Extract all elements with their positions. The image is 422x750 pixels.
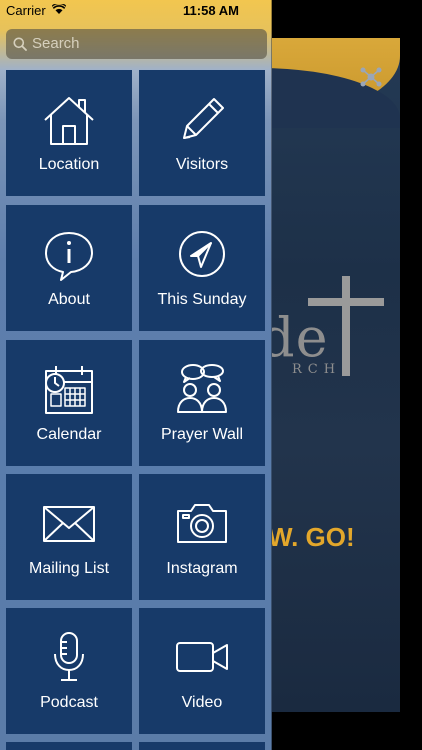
menu-tile-this-sunday[interactable]: This Sunday	[139, 205, 265, 331]
menu-tile-about[interactable]: About	[6, 205, 132, 331]
menu-tile-label: Podcast	[40, 694, 98, 711]
menu-tile-label: Calendar	[36, 426, 102, 443]
pencil-icon	[183, 98, 224, 139]
cross-logo-horizontal	[308, 298, 384, 306]
menu-tile-label: Location	[38, 156, 100, 173]
menu-tile-mailing-list[interactable]: Mailing List	[6, 474, 132, 600]
menu-tile-label: Instagram	[166, 560, 238, 577]
envelope-icon	[43, 506, 95, 542]
people-chat-icon	[177, 364, 227, 413]
tagline: W. GO!	[268, 522, 355, 552]
video-camera-icon	[176, 642, 228, 672]
menu-tile-calendar[interactable]: Calendar	[6, 340, 132, 466]
status-bar: Carrier 11:58 AM	[0, 0, 422, 22]
calendar-icon	[45, 366, 93, 414]
camera-icon	[177, 504, 227, 543]
search-bar[interactable]	[6, 29, 267, 59]
compass-icon	[179, 231, 225, 277]
share-network-icon[interactable]	[358, 64, 384, 90]
side-menu-drawer: Location Visitors About	[0, 0, 272, 750]
menu-tile-label: About	[48, 291, 90, 308]
house-icon	[44, 97, 94, 145]
menu-tile-label: Prayer Wall	[160, 426, 244, 443]
search-icon	[13, 37, 27, 51]
church-logo-subtext: RCH	[292, 362, 342, 377]
menu-tile-visitors[interactable]: Visitors	[139, 70, 265, 196]
cross-logo-vertical	[342, 276, 350, 376]
menu-tile-label: Mailing List	[28, 560, 110, 577]
menu-tile-partial[interactable]	[139, 742, 265, 750]
menu-tile-partial[interactable]	[6, 742, 132, 750]
menu-tile-video[interactable]: Video	[139, 608, 265, 734]
menu-tile-prayer-wall[interactable]: Prayer Wall	[139, 340, 265, 466]
search-input[interactable]	[32, 29, 260, 59]
info-bubble-icon	[45, 232, 93, 281]
microphone-icon	[54, 632, 84, 681]
menu-tile-label: Video	[181, 694, 223, 711]
menu-tile-label: This Sunday	[157, 291, 247, 308]
menu-tile-label: Visitors	[175, 156, 229, 173]
menu-tile-podcast[interactable]: Podcast	[6, 608, 132, 734]
menu-tile-location[interactable]: Location	[6, 70, 132, 196]
status-time: 11:58 AM	[183, 3, 239, 18]
menu-tile-instagram[interactable]: Instagram	[139, 474, 265, 600]
battery-icon	[385, 5, 410, 17]
